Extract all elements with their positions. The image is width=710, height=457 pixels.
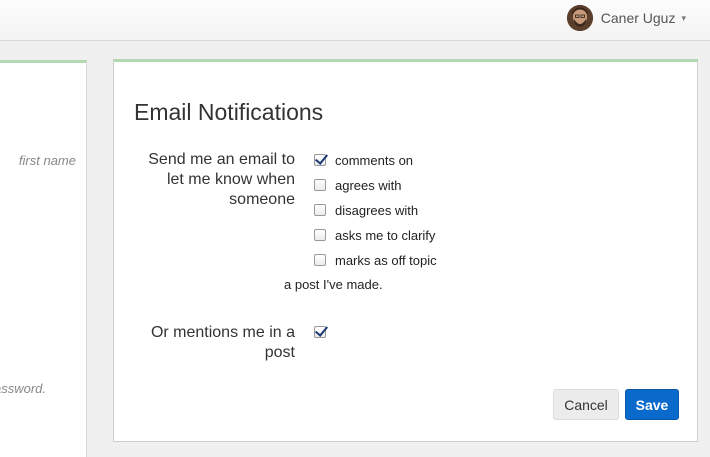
avatar xyxy=(566,5,593,31)
checkbox[interactable] xyxy=(314,179,326,191)
cancel-button[interactable]: Cancel xyxy=(553,389,619,420)
option-comments-on[interactable]: comments on xyxy=(314,151,413,169)
send-email-label: Send me an email to let me know when som… xyxy=(148,151,295,208)
mentions-label: Or mentions me in a post xyxy=(150,324,295,361)
option-disagrees-with[interactable]: disagrees with xyxy=(314,201,418,219)
checkbox[interactable] xyxy=(314,326,326,338)
option-mentions[interactable] xyxy=(314,323,335,341)
checkbox[interactable] xyxy=(314,204,326,216)
option-asks-to-clarify[interactable]: asks me to clarify xyxy=(314,226,435,244)
option-label: asks me to clarify xyxy=(335,227,436,243)
option-label: comments on xyxy=(335,152,414,168)
post-suffix-text: a post I've made. xyxy=(284,277,383,292)
checkbox[interactable] xyxy=(314,154,326,166)
option-marks-off-topic[interactable]: marks as off topic xyxy=(314,251,437,269)
checkbox[interactable] xyxy=(314,254,326,266)
first-name-hint: first name xyxy=(18,153,76,168)
email-notifications-panel: Email Notifications Send me an email to … xyxy=(113,59,698,442)
option-agrees-with[interactable]: agrees with xyxy=(314,176,401,194)
chevron-down-icon: ▾ xyxy=(681,12,686,23)
top-bar: Caner Uguz ▾ xyxy=(0,0,710,41)
panel-title: Email Notifications xyxy=(134,99,324,125)
option-label: agrees with xyxy=(335,177,402,193)
user-name: Caner Uguz xyxy=(600,10,676,26)
profile-panel: first name assword. xyxy=(0,60,87,457)
checkbox[interactable] xyxy=(314,229,326,241)
save-button[interactable]: Save xyxy=(625,389,679,420)
user-menu[interactable]: Caner Uguz ▾ xyxy=(566,5,686,31)
option-label: disagrees with xyxy=(335,202,419,218)
password-hint: assword. xyxy=(0,381,46,396)
option-label: marks as off topic xyxy=(335,252,437,268)
